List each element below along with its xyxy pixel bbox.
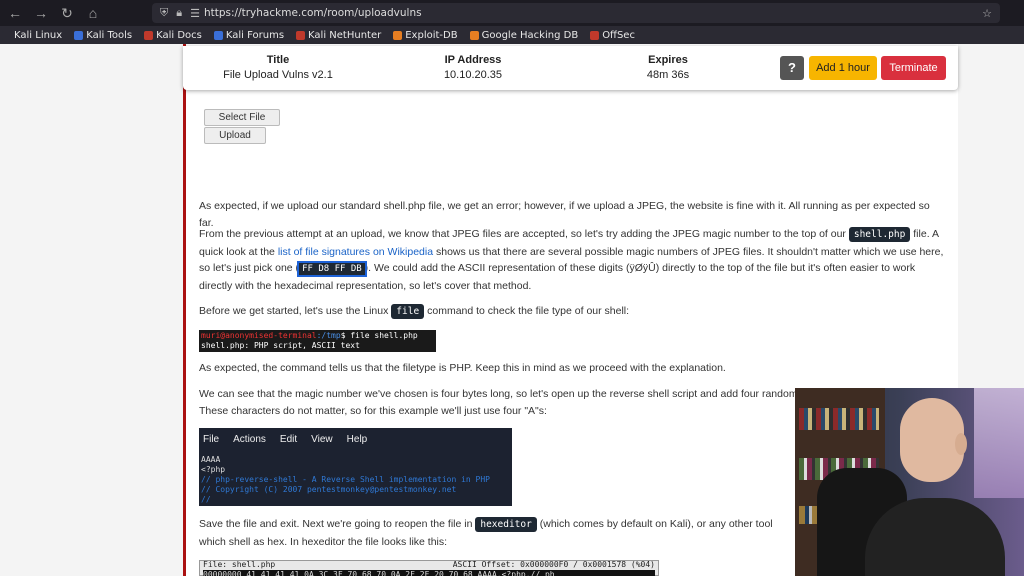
books — [799, 408, 879, 430]
paragraph-5: We can see that the magic number we've c… — [199, 388, 798, 417]
add-hour-button[interactable]: Add 1 hour — [809, 56, 877, 80]
back-button[interactable]: ← — [4, 2, 26, 24]
url-text: https://tryhackme.com/room/uploadvulns — [203, 7, 422, 19]
terminate-button[interactable]: Terminate — [881, 56, 946, 80]
bookmark-icon — [74, 30, 84, 40]
editor-menu: File Actions Edit View Help — [199, 428, 512, 451]
editor-content: AAAA <?php // php-reverse-shell - A Reve… — [199, 451, 512, 509]
paragraph-6: Save the file and exit. Next we're going… — [199, 516, 799, 550]
hex-row: 00000000 41 41 41 41 0A 3C 3F 70 68 70 0… — [203, 570, 655, 576]
bookmark-icon — [296, 30, 306, 40]
bookmark-icon — [2, 30, 11, 40]
paragraph-4: As expected, the command tells us that t… — [199, 362, 726, 374]
bookmark-label: Kali Forums — [225, 29, 285, 41]
p3-text-b: command to check the file type of our sh… — [427, 305, 630, 317]
terminal-output: shell.php: PHP script, ASCII text — [201, 341, 360, 350]
p6-text-a: Save the file and exit. Next we're going… — [199, 518, 473, 530]
bookmark-label: Kali NetHunter — [308, 29, 382, 41]
help-button[interactable]: ? — [780, 56, 804, 80]
bookmarks-toolbar: Kali Linux Kali Tools Kali Docs Kali Forums… — [0, 26, 1024, 44]
title-value: File Upload Vulns v2.1 — [223, 69, 333, 81]
bookmark-label: Google Hacking DB — [481, 29, 579, 41]
machine-title: Title File Upload Vulns v2.1 — [223, 54, 333, 81]
wikipedia-signatures-link[interactable]: list of file signatures on Wikipedia — [278, 246, 433, 258]
hex-offset: ASCII Offset: 0x000000F0 / 0x0001578 (%0… — [452, 560, 655, 569]
paragraph-2: From the previous attempt at an upload, … — [199, 226, 944, 294]
ip-header: IP Address — [444, 54, 502, 66]
bookmark-item[interactable]: Kali Docs — [144, 30, 202, 41]
code-shell-php: shell.php — [848, 227, 911, 242]
editor-line: AAAA — [201, 455, 221, 464]
bookmark-icon — [590, 30, 600, 40]
expires-header: Expires — [648, 54, 688, 66]
bookmark-item[interactable]: Google Hacking DB — [469, 29, 579, 41]
terminal-command-line: muri@anonymised-terminal:/tmp$ file shel… — [201, 331, 434, 341]
p3-text-a: Before we get started, let's use the Lin… — [199, 305, 389, 317]
editor-menu-file[interactable]: File — [203, 435, 219, 445]
bookmark-item[interactable]: Exploit-DB — [393, 29, 458, 41]
editor-line: // Copyright (C) 2007 pentestmonkey@pent… — [201, 485, 457, 494]
webcam-overlay — [795, 388, 1024, 576]
hex-filename: File: shell.php — [203, 560, 276, 569]
reload-button[interactable]: ↻ — [56, 2, 78, 24]
bookmark-item[interactable]: OffSec — [590, 30, 635, 41]
prompt-user: muri@anonymised-terminal — [201, 331, 317, 340]
lock-icon: 🔒︎ — [176, 6, 183, 19]
shield-icon: ⛨ — [160, 6, 169, 19]
editor-menu-actions[interactable]: Actions — [233, 435, 266, 445]
bookmark-item[interactable]: Kali Linux — [2, 30, 62, 41]
bookmark-item[interactable]: Kali Tools — [74, 30, 132, 41]
bookmark-label: Kali Tools — [86, 29, 133, 41]
title-header: Title — [266, 54, 290, 66]
bookmark-label: OffSec — [602, 29, 635, 41]
bookmark-icon — [213, 30, 223, 40]
hexeditor-snippet: File: shell.php ASCII Offset: 0x000000F0… — [199, 560, 659, 576]
code-magic-number: FF D8 FF DB — [297, 261, 367, 277]
bookmark-icon — [469, 30, 479, 40]
bookmark-item[interactable]: Kali Forums — [213, 29, 285, 41]
ip-value: 10.10.20.35 — [443, 69, 503, 81]
prompt-path: :/tmp — [316, 331, 341, 340]
bookmark-icon — [144, 30, 154, 40]
browser-toolbar: ← → ↻ ⌂ ⛨ 🔒︎ ☰ https://tryhackme.com/roo… — [0, 0, 1024, 26]
home-button[interactable]: ⌂ — [82, 2, 104, 24]
text-editor-window: File Actions Edit View Help AAAA <?php /… — [199, 428, 512, 506]
select-file-button[interactable]: Select File — [204, 109, 280, 126]
bookmark-label: Kali Linux — [14, 29, 63, 41]
page-info-icon: ☰ — [190, 7, 200, 20]
editor-line: // php-reverse-shell - A Reverse Shell i… — [201, 475, 490, 484]
terminal-snippet: muri@anonymised-terminal:/tmp$ file shel… — [199, 330, 436, 352]
editor-menu-view[interactable]: View — [311, 435, 333, 445]
machine-ip: IP Address 10.10.20.35 — [428, 54, 518, 81]
editor-line: // — [201, 495, 211, 504]
editor-line: <?php — [201, 465, 226, 474]
bookmark-label: Kali Docs — [156, 29, 202, 41]
forward-button[interactable]: → — [30, 2, 52, 24]
bookmark-icon — [393, 30, 403, 40]
bookmark-item[interactable]: Kali NetHunter — [296, 30, 381, 41]
editor-menu-edit[interactable]: Edit — [280, 435, 297, 445]
bookmark-star-icon[interactable]: ☆ — [982, 7, 992, 20]
code-file: file — [391, 304, 425, 319]
expires-value: 48m 36s — [646, 69, 690, 81]
hex-header: File: shell.php ASCII Offset: 0x000000F0… — [203, 561, 655, 569]
wall-art — [974, 388, 1024, 498]
code-hexeditor: hexeditor — [475, 517, 537, 532]
address-bar[interactable]: ⛨ 🔒︎ ☰ https://tryhackme.com/room/upload… — [152, 3, 1000, 23]
prompt-command: $ file shell.php — [340, 331, 418, 340]
bookmark-label: Exploit-DB — [405, 29, 458, 41]
paragraph-3: Before we get started, let's use the Lin… — [199, 303, 944, 321]
machine-expires: Expires 48m 36s — [628, 54, 708, 81]
p2-text-a: From the previous attempt at an upload, … — [199, 228, 846, 240]
upload-button[interactable]: Upload — [204, 127, 266, 144]
person-ear — [955, 433, 967, 455]
editor-menu-help[interactable]: Help — [347, 435, 368, 445]
machine-info-bar: Title File Upload Vulns v2.1 IP Address … — [183, 46, 958, 90]
